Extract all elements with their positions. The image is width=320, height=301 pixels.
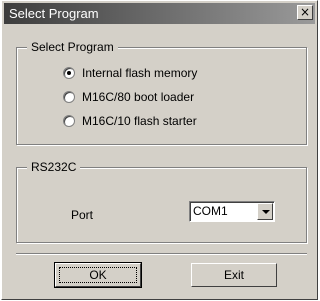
rs232c-group: RS232C Port COM1 [16,160,307,243]
chevron-down-icon[interactable] [257,203,273,220]
radio-label: M16C/80 boot loader [82,90,195,104]
radio-internal-flash-memory[interactable]: Internal flash memory [63,65,197,81]
port-select-value: COM1 [193,204,228,218]
radio-button-icon [63,115,75,127]
focus-rectangle [59,267,137,283]
port-select[interactable]: COM1 [189,201,275,222]
window-title: Select Program [9,6,99,21]
radio-label: M16C/10 flash starter [82,114,197,128]
rs232c-group-label: RS232C [27,160,81,174]
ok-button[interactable]: OK [54,262,142,288]
radio-label: Internal flash memory [82,66,198,80]
select-program-group: Select Program Internal flash memory M16… [16,40,307,145]
radio-button-checked-icon [63,67,75,79]
divider [16,253,307,255]
close-icon: × [299,5,311,19]
radio-m16c10-flash-starter[interactable]: M16C/10 flash starter [63,113,197,129]
close-button[interactable]: × [297,5,313,20]
select-program-dialog: Select Program × Select Program Internal… [1,0,318,300]
radio-button-icon [63,91,75,103]
radio-m16c80-boot-loader[interactable]: M16C/80 boot loader [63,89,194,105]
exit-button-label: Exit [223,268,244,282]
exit-button[interactable]: Exit [191,263,277,287]
port-label: Port [71,208,94,222]
title-bar: Select Program × [4,3,315,24]
select-program-group-label: Select Program [27,40,118,54]
